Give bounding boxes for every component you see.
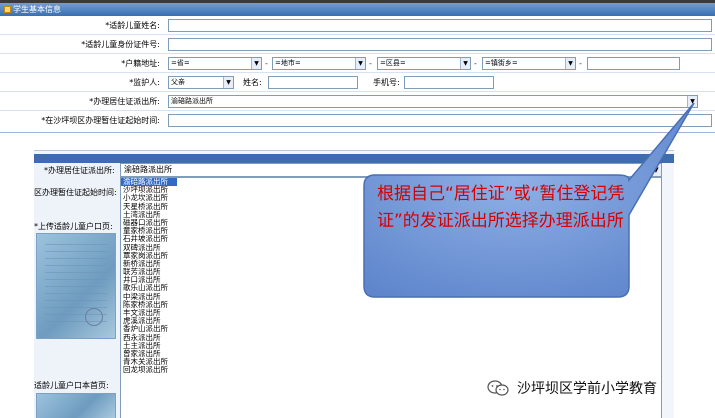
separator: - — [369, 59, 372, 68]
lower-police-station-value: 渝碚路派出所 — [124, 165, 172, 174]
panel-header: 学生基本信息 — [0, 3, 715, 16]
phone-input[interactable] — [404, 76, 494, 89]
watermark-text: 沙坪坝区学前小学教育 — [517, 381, 657, 397]
lower-police-station-label: *办理居住证派出所: — [44, 166, 115, 175]
separator: - — [474, 59, 477, 68]
dropdown-option[interactable]: 土湾派出所 — [121, 210, 661, 219]
row-guardian: *监护人: 父亲 ▼ 姓名: 手机号: — [0, 73, 715, 92]
lower-start-time-label: 区办理暂住证起始时间: — [34, 188, 117, 197]
lower-police-station-select[interactable]: 渝碚路派出所 ▼ — [120, 163, 662, 177]
chevron-down-icon: ▼ — [355, 58, 365, 69]
dropdown-option[interactable]: 联芳派出所 — [121, 267, 661, 276]
province-value: =省= — [171, 59, 190, 67]
start-time-label: *在沙坪坝区办理暂住证起始时间: — [41, 116, 160, 125]
dropdown-option[interactable]: 井口派出所 — [121, 276, 661, 284]
dropdown-option[interactable]: 天星桥派出所 — [121, 202, 661, 211]
street-input[interactable] — [587, 57, 680, 70]
dropdown-option[interactable]: 童家桥派出所 — [121, 226, 661, 235]
town-select[interactable]: =镇街乡= ▼ — [482, 57, 576, 70]
upload-hukou-label: *上传适龄儿童户口页: — [34, 222, 113, 231]
stamp-icon — [85, 308, 103, 326]
district-value: =区县= — [380, 59, 406, 67]
chevron-down-icon: ▼ — [687, 96, 697, 107]
dropdown-option[interactable]: 沙坪坝派出所 — [121, 185, 661, 194]
guardian-value: 父亲 — [171, 78, 185, 86]
upload-hukou-label-2: 适龄儿童户口本首页: — [34, 381, 109, 390]
chevron-down-icon: ▼ — [223, 77, 233, 88]
dropdown-option[interactable]: 石井坡派出所 — [121, 235, 661, 243]
dropdown-option[interactable]: 曾家派出所 — [121, 349, 661, 358]
hukou-photo-2 — [36, 393, 116, 418]
police-station-value: 渝碚路派出所 — [171, 97, 213, 105]
phone-label: 手机号: — [373, 78, 400, 87]
dropdown-option[interactable]: 青木关派出所 — [121, 357, 661, 366]
guardian-name-label: 姓名: — [243, 78, 262, 87]
dropdown-option[interactable]: 陈家桥派出所 — [121, 300, 661, 309]
hukou-address-label: *户籍地址: — [121, 59, 160, 68]
chevron-down-icon: ▼ — [650, 164, 661, 176]
child-name-label: *适龄儿童姓名: — [105, 21, 160, 30]
town-value: =镇街乡= — [485, 59, 518, 67]
lower-header-strip — [34, 154, 674, 163]
panel-title: 学生基本信息 — [13, 5, 61, 14]
police-station-label: *办理居住证派出所: — [89, 97, 160, 106]
row-police-station: *办理居住证派出所: 渝碚路派出所 ▼ — [0, 92, 715, 111]
dropdown-option[interactable]: 西永派出所 — [121, 333, 661, 342]
child-name-input[interactable] — [168, 19, 712, 32]
city-select[interactable]: =地市= ▼ — [272, 57, 366, 70]
guardian-label: *监护人: — [129, 78, 160, 87]
dropdown-option[interactable]: 丰文派出所 — [121, 308, 661, 317]
student-info-panel: 学生基本信息 *适龄儿童姓名: *适龄儿童身份证件号: *户籍地址: =省= ▼ … — [0, 3, 715, 133]
child-id-label: *适龄儿童身份证件号: — [81, 40, 160, 49]
dropdown-option[interactable]: 土主派出所 — [121, 341, 661, 350]
panel-icon — [4, 6, 11, 13]
hukou-photo-1 — [36, 233, 116, 339]
wechat-icon — [487, 380, 509, 396]
dropdown-option[interactable]: 歌乐山派出所 — [121, 284, 661, 292]
dropdown-option[interactable]: 磁器口派出所 — [121, 218, 661, 227]
chevron-down-icon: ▼ — [251, 58, 261, 69]
city-value: =地市= — [275, 59, 301, 67]
start-time-input[interactable] — [168, 114, 712, 127]
dropdown-option[interactable]: 双碑派出所 — [121, 243, 661, 252]
separator: - — [579, 59, 582, 68]
guardian-name-input[interactable] — [268, 76, 358, 89]
row-start-time: *在沙坪坝区办理暂住证起始时间: — [0, 111, 715, 130]
district-select[interactable]: =区县= ▼ — [377, 57, 471, 70]
police-station-select[interactable]: 渝碚路派出所 ▼ — [168, 95, 698, 108]
dropdown-option[interactable]: 虎溪派出所 — [121, 316, 661, 325]
dropdown-option[interactable]: 香炉山派出所 — [121, 325, 661, 333]
chevron-down-icon: ▼ — [460, 58, 470, 69]
row-hukou-address: *户籍地址: =省= ▼ - =地市= ▼ - =区县= ▼ - =镇街乡= ▼ - — [0, 54, 715, 73]
dropdown-option[interactable]: 小龙坎派出所 — [121, 194, 661, 202]
separator: - — [265, 59, 268, 68]
dropdown-option[interactable]: 新桥派出所 — [121, 259, 661, 268]
province-select[interactable]: =省= ▼ — [168, 57, 262, 70]
row-child-name: *适龄儿童姓名: — [0, 16, 715, 35]
dropdown-option[interactable]: 覃家岗派出所 — [121, 251, 661, 260]
row-child-id: *适龄儿童身份证件号: — [0, 35, 715, 54]
dropdown-option[interactable]: 回龙坝派出所 — [121, 366, 661, 374]
watermark: 沙坪坝区学前小学教育 — [487, 378, 657, 398]
child-id-input[interactable] — [168, 38, 712, 51]
chevron-down-icon: ▼ — [565, 58, 575, 69]
dropdown-option[interactable]: 中梁派出所 — [121, 292, 661, 301]
guardian-select[interactable]: 父亲 ▼ — [168, 76, 234, 89]
